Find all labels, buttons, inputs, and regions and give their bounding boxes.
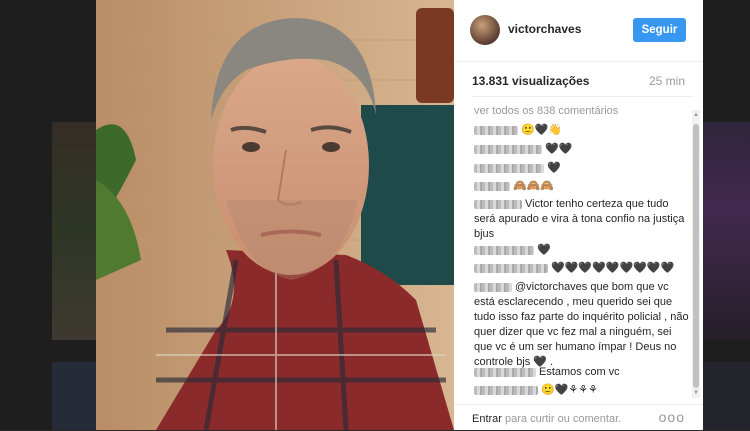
comment-text: 🙂🖤👋	[521, 124, 563, 136]
login-link[interactable]: Entrar	[472, 413, 502, 425]
post-photo-image	[96, 0, 454, 430]
post-details-panel: victorchaves Seguir 13.831 visualizações…	[454, 0, 703, 430]
comments-scrollbar[interactable]: ▲ ▼	[692, 110, 700, 398]
list-item: 🙈🙈🙈	[474, 179, 692, 194]
login-prompt-text: para curtir ou comentar.	[501, 413, 622, 425]
list-item: 🖤	[474, 161, 692, 176]
redacted-username[interactable]	[474, 385, 538, 395]
redacted-username[interactable]	[474, 181, 510, 191]
comment-text: 🖤	[537, 244, 551, 256]
redacted-username[interactable]	[474, 144, 542, 154]
username-link[interactable]: victorchaves	[508, 22, 581, 36]
background-post-thumbnail	[703, 362, 750, 430]
post-header: victorchaves Seguir	[454, 0, 703, 62]
comment-text: 🖤	[547, 162, 561, 174]
redacted-username[interactable]	[474, 125, 518, 135]
more-dots-icon[interactable]: ooo	[659, 409, 685, 425]
background-post-thumbnail	[703, 122, 750, 340]
comment-text: 🖤🖤	[545, 143, 573, 155]
comment-text: @victorchaves que bom que vc está esclar…	[474, 281, 689, 368]
list-item: Victor tenho certeza que tudo será apura…	[474, 197, 692, 242]
redacted-username[interactable]	[474, 199, 522, 209]
list-item: 🖤🖤🖤🖤🖤🖤🖤🖤🖤	[474, 261, 692, 276]
scrollbar-thumb[interactable]	[693, 124, 699, 388]
scroll-up-arrow-icon[interactable]: ▲	[693, 112, 699, 118]
comment-text: Estamos com vc	[539, 366, 620, 378]
redacted-username[interactable]	[474, 367, 536, 377]
list-item: 🖤🖤	[474, 142, 692, 157]
scroll-down-arrow-icon[interactable]: ▼	[693, 390, 699, 396]
redacted-username[interactable]	[474, 282, 512, 292]
avatar[interactable]	[470, 15, 500, 45]
view-all-comments-link[interactable]: ver todos os 838 comentários	[474, 105, 618, 117]
views-count: 13.831 visualizações	[472, 74, 590, 88]
background-post-thumbnail	[52, 362, 96, 430]
post-time[interactable]: 25 min	[649, 74, 685, 88]
list-item: @victorchaves que bom que vc está esclar…	[474, 280, 692, 370]
redacted-username[interactable]	[474, 263, 548, 273]
list-item: 🙂🖤👋	[474, 123, 692, 138]
comments-list[interactable]: ver todos os 838 comentários 🙂🖤👋 🖤🖤 🖤 🙈🙈…	[472, 96, 694, 399]
comment-text: 🙂🖤⚘⚘⚘	[541, 384, 598, 396]
redacted-username[interactable]	[474, 163, 544, 173]
post-footer: Entrar para curtir ou comentar. ooo	[454, 404, 703, 431]
background-post-thumbnail	[52, 122, 96, 340]
follow-button[interactable]: Seguir	[633, 18, 686, 42]
post-photo[interactable]	[96, 0, 454, 430]
list-item: 🙂🖤⚘⚘⚘	[474, 383, 692, 398]
list-item: Estamos com vc	[474, 365, 692, 380]
comment-text: 🙈🙈🙈	[513, 180, 555, 192]
login-prompt: Entrar para curtir ou comentar.	[472, 413, 621, 425]
redacted-username[interactable]	[474, 245, 534, 255]
list-item: 🖤	[474, 243, 692, 258]
comment-text: 🖤🖤🖤🖤🖤🖤🖤🖤🖤	[551, 262, 675, 274]
